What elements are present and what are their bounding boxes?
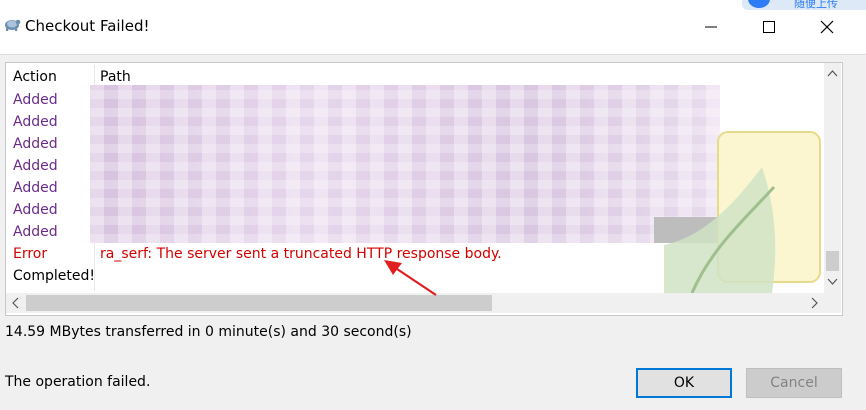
chevron-right-icon [811,297,818,309]
transfer-summary: 14.59 MBytes transferred in 0 minute(s) … [5,324,412,340]
chevron-left-icon [12,297,19,309]
scroll-up-button[interactable] [824,65,841,82]
tortoise-icon [2,13,22,33]
row-action: Added [13,114,58,130]
row-action: Added [13,136,58,152]
maximize-icon [763,21,775,33]
column-header-action[interactable]: Action [13,69,57,85]
ok-button[interactable]: OK [636,368,732,398]
tray-widget-label: 随便上传 [794,0,838,10]
column-header-path[interactable]: Path [100,69,131,85]
window-title: Checkout Failed! [25,17,150,35]
chevron-up-icon [827,70,838,77]
list-item[interactable]: Added [6,221,824,243]
list-item[interactable]: Added [6,133,824,155]
row-action: Completed! [13,268,95,284]
title-bar: Checkout Failed! 随便上传 [0,0,866,55]
list-item[interactable]: Added [6,177,824,199]
list-item[interactable]: Added [6,111,824,133]
row-action: Added [13,158,58,174]
scroll-down-button[interactable] [824,273,841,290]
annotation-arrow-icon [384,260,437,296]
maximize-button[interactable] [746,12,792,42]
close-button[interactable] [804,12,850,42]
scrollbar-corner [824,296,841,313]
minimize-icon [705,26,717,28]
scroll-left-button[interactable] [8,294,24,312]
vertical-scrollbar[interactable] [824,63,841,296]
chevron-down-icon [827,278,838,285]
row-action: Added [13,224,58,240]
list-item[interactable]: Added [6,199,824,221]
scroll-right-button[interactable] [806,294,822,312]
list-item[interactable]: Added [6,89,824,111]
minimize-button[interactable] [688,12,734,42]
row-action: Error [13,246,48,262]
vertical-scroll-thumb[interactable] [826,251,839,271]
close-icon [820,20,834,34]
row-action: Added [13,92,58,108]
status-message: The operation failed. [5,374,151,390]
cancel-button[interactable]: Cancel [746,368,842,398]
cloud-icon [748,0,770,8]
row-action: Added [13,180,58,196]
list-item[interactable]: Added [6,155,824,177]
upload-tray-widget[interactable]: 随便上传 [742,0,866,10]
row-action: Added [13,202,58,218]
